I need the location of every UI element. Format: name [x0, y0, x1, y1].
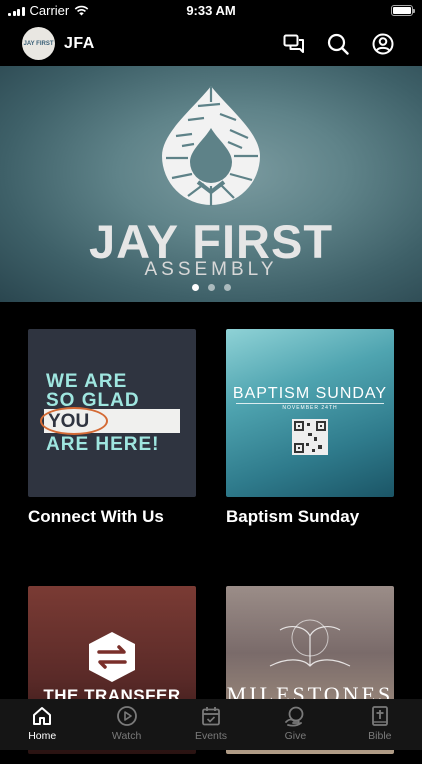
tab-label: Bible — [368, 730, 392, 742]
search-icon[interactable] — [325, 31, 351, 57]
profile-icon[interactable] — [370, 31, 396, 57]
church-drop-logo — [162, 86, 260, 206]
hero-banner[interactable]: JAY FIRST ASSEMBLY — [0, 66, 422, 302]
status-time: 9:33 AM — [186, 3, 236, 18]
chat-icon[interactable] — [281, 31, 307, 57]
art-subtitle: NOVEMBER 24TH — [282, 405, 338, 411]
circle-mark — [40, 407, 108, 435]
card-baptism-sunday[interactable]: BAPTISM SUNDAY NOVEMBER 24TH Baptism Sun… — [226, 329, 394, 527]
card-image: WE ARE SO GLAD YOU ARE HERE! — [28, 329, 196, 497]
art-line: ARE HERE! — [46, 434, 160, 455]
hero-subtitle: ASSEMBLY — [144, 259, 278, 280]
tab-watch[interactable]: Watch — [84, 699, 168, 750]
card-image: BAPTISM SUNDAY NOVEMBER 24TH — [226, 329, 394, 497]
battery-icon — [391, 5, 415, 16]
divider — [236, 403, 384, 404]
carousel-dots[interactable] — [0, 284, 422, 291]
status-bar: Carrier 9:33 AM — [0, 0, 422, 22]
card-caption: Baptism Sunday — [226, 507, 360, 526]
card-caption: Connect With Us — [28, 507, 164, 526]
tab-label: Events — [194, 730, 228, 742]
tab-label: Give — [284, 730, 307, 742]
tab-home[interactable]: Home — [0, 699, 84, 750]
qr-code-icon — [292, 419, 328, 455]
tab-bar: Home Watch Events Give Bible — [0, 699, 422, 750]
tab-events[interactable]: Events — [169, 699, 253, 750]
carousel-dot[interactable] — [223, 284, 231, 291]
tab-label: Home — [28, 730, 57, 742]
app-header: JAY FIRST JFA — [0, 22, 422, 66]
church-logo[interactable]: JAY FIRST — [22, 27, 55, 60]
bible-icon — [371, 706, 388, 726]
play-icon — [116, 706, 137, 726]
tab-label: Watch — [111, 730, 142, 742]
carousel-dot[interactable] — [207, 284, 215, 291]
church-logo-text: JAY FIRST — [23, 40, 54, 47]
transfer-logo-icon — [89, 632, 135, 682]
tab-give[interactable]: Give — [253, 699, 337, 750]
calendar-icon — [202, 707, 220, 726]
card-connect-with-us[interactable]: WE ARE SO GLAD YOU ARE HERE! Connect Wit… — [28, 329, 196, 527]
carousel-dot[interactable] — [191, 284, 199, 291]
tab-bible[interactable]: Bible — [338, 699, 422, 750]
book-line-art-icon — [269, 619, 351, 667]
give-icon — [285, 706, 304, 727]
app-title: JFA — [64, 35, 95, 52]
art-title: BAPTISM SUNDAY — [232, 385, 388, 402]
home-icon — [33, 707, 52, 725]
